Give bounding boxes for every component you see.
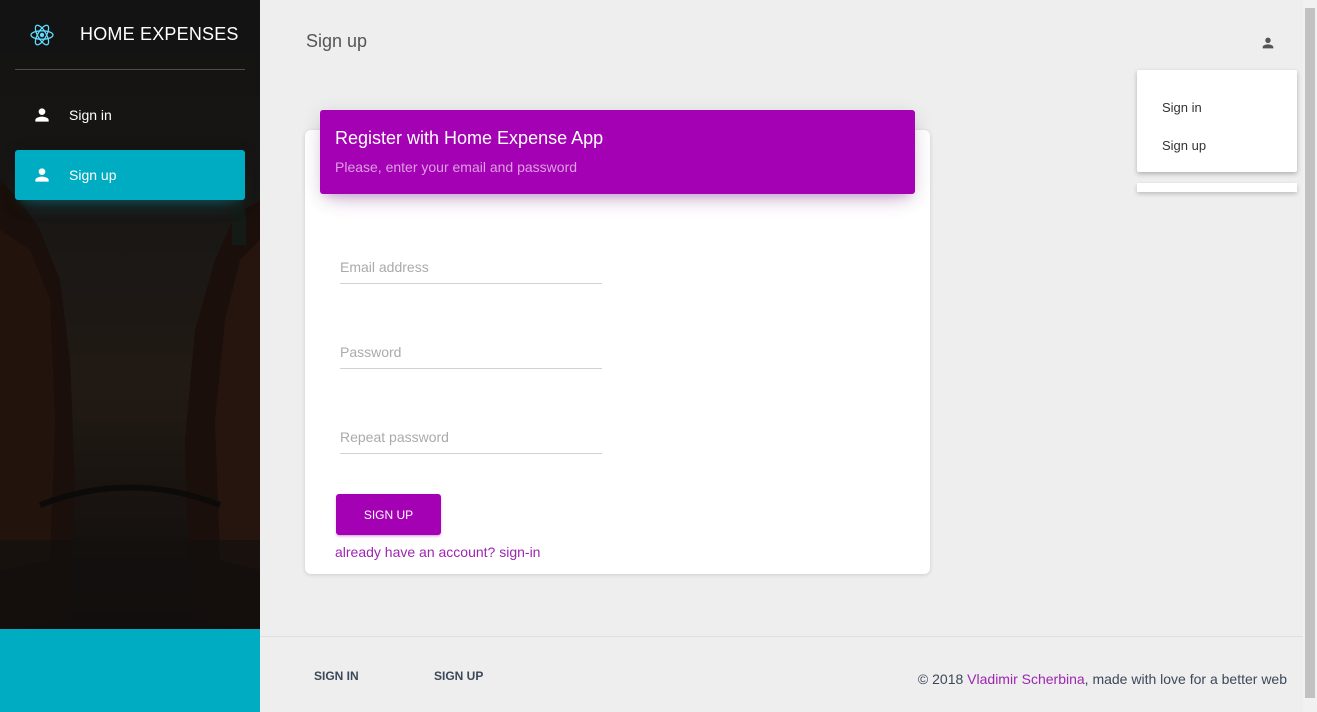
footer: SIGN IN SIGN UP © 2018 Vladimir Scherbin… [260,636,1303,712]
brand[interactable]: HOME EXPENSES [15,0,245,70]
sidebar-item-label: Sign in [69,107,112,123]
card-title: Register with Home Expense App [335,128,604,148]
sidebar: HOME EXPENSES Sign in Sign up [0,0,260,712]
sidebar-item-sign-in[interactable]: Sign in [15,90,245,140]
brand-name: HOME EXPENSES [80,24,239,44]
password-input[interactable] [340,342,602,362]
repeat-password-field [340,418,602,454]
dropdown-item-sign-in[interactable]: Sign in [1137,90,1297,128]
dropdown-underlay [1137,183,1297,192]
react-atom-icon [27,20,57,50]
user-dropdown-menu: Sign in Sign up [1137,70,1297,172]
person-icon [31,164,53,186]
copyright: © 2018 Vladimir Scherbina, made with lov… [918,671,1287,687]
person-icon [31,104,53,126]
repeat-password-input[interactable] [340,427,602,447]
sidebar-item-label: Sign up [69,167,117,183]
signup-card: Register with Home Expense App Please, e… [305,110,930,574]
sign-up-button[interactable]: SIGN UP [336,494,441,535]
email-field [340,248,602,284]
scrollbar-thumb[interactable] [1305,8,1315,698]
page-title: Sign up [306,31,368,51]
footer-link-sign-up[interactable]: SIGN UP [434,669,483,683]
password-field [340,333,602,369]
main-panel: Sign up Sign in Sign up Register with Ho… [260,0,1303,712]
copyright-suffix: , made with love for a better web [1084,671,1287,687]
sidebar-bottom-panel [0,629,260,712]
footer-link-sign-in[interactable]: SIGN IN [314,669,359,683]
vertical-scrollbar[interactable] [1303,0,1317,712]
author-link[interactable]: Vladimir Scherbina [967,671,1085,687]
card-header: Register with Home Expense App Please, e… [320,110,915,194]
copyright-prefix: © 2018 [917,671,968,687]
dropdown-item-sign-up[interactable]: Sign up [1137,128,1297,166]
email-input[interactable] [340,257,602,277]
sidebar-item-sign-up[interactable]: Sign up [15,150,245,200]
person-icon[interactable] [1257,32,1279,54]
sign-in-link[interactable]: already have an account? sign-in [335,544,540,560]
card-subtitle: Please, enter your email and password [335,159,578,175]
